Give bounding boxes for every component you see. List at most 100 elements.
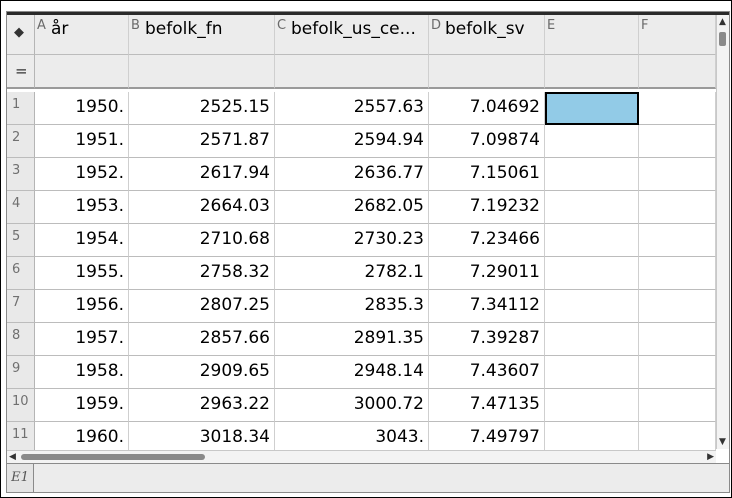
column-name[interactable]: befolk_fn [145, 19, 222, 39]
table-cell[interactable]: 2835.3 [275, 290, 429, 323]
table-cell[interactable]: 7.19232 [429, 191, 545, 224]
table-cell[interactable]: 2557.63 [275, 92, 429, 125]
table-cell[interactable]: 1950. [35, 92, 129, 125]
row-header[interactable]: 3 [7, 158, 35, 191]
table-cell[interactable]: 1956. [35, 290, 129, 323]
column-header-c[interactable]: C befolk_us_ce... [275, 15, 429, 55]
table-cell[interactable]: 1957. [35, 323, 129, 356]
table-cell[interactable]: 2664.03 [129, 191, 275, 224]
column-header-row: ◆ A år B befolk_fn C befolk_us_ce... D b… [7, 15, 716, 55]
table-cell[interactable]: 7.15061 [429, 158, 545, 191]
table-cell[interactable] [545, 191, 639, 224]
app-window: ◆ A år B befolk_fn C befolk_us_ce... D b… [0, 0, 732, 498]
table-cell[interactable] [545, 257, 639, 290]
table-row: 1 1950. 2525.15 2557.63 7.04692 [7, 92, 716, 125]
table-cell[interactable] [639, 125, 716, 158]
table-cell[interactable]: 2758.32 [129, 257, 275, 290]
scroll-right-icon[interactable]: ▶ [707, 452, 714, 462]
table-cell[interactable]: 2891.35 [275, 323, 429, 356]
column-header-f[interactable]: F [639, 15, 716, 55]
formula-cell-e[interactable] [545, 55, 639, 89]
table-cell[interactable]: 7.29011 [429, 257, 545, 290]
table-cell[interactable]: 2963.22 [129, 389, 275, 422]
table-cell[interactable]: 1951. [35, 125, 129, 158]
table-cell[interactable]: 1952. [35, 158, 129, 191]
table-cell[interactable] [639, 389, 716, 422]
row-header[interactable]: 10 [7, 389, 35, 422]
column-name[interactable]: år [51, 19, 68, 39]
vertical-scrollbar[interactable]: ▲ ▼ [716, 15, 729, 449]
column-header-e[interactable]: E [545, 15, 639, 55]
table-cell[interactable]: 2594.94 [275, 125, 429, 158]
table-cell[interactable]: 2782.1 [275, 257, 429, 290]
table-cell[interactable]: 1959. [35, 389, 129, 422]
column-name[interactable]: befolk_us_ce... [291, 19, 416, 39]
row-header[interactable]: 2 [7, 125, 35, 158]
table-cell[interactable]: 7.43607 [429, 356, 545, 389]
table-cell[interactable] [639, 158, 716, 191]
scroll-up-icon[interactable]: ▲ [719, 17, 726, 27]
table-cell[interactable] [545, 356, 639, 389]
table-cell[interactable] [639, 224, 716, 257]
table-cell[interactable]: 3000.72 [275, 389, 429, 422]
column-header-b[interactable]: B befolk_fn [129, 15, 275, 55]
table-cell[interactable]: 2682.05 [275, 191, 429, 224]
formula-cell-f[interactable] [639, 55, 716, 89]
table-cell[interactable]: 1953. [35, 191, 129, 224]
column-name[interactable]: befolk_sv [445, 19, 525, 39]
row-header[interactable]: 1 [7, 92, 35, 125]
table-cell[interactable]: 7.39287 [429, 323, 545, 356]
table-cell[interactable]: 7.47135 [429, 389, 545, 422]
table-cell[interactable] [639, 191, 716, 224]
table-cell[interactable]: 2730.23 [275, 224, 429, 257]
row-header[interactable]: 7 [7, 290, 35, 323]
formula-cell-b[interactable] [129, 55, 275, 89]
table-cell[interactable] [639, 257, 716, 290]
row-header[interactable]: 4 [7, 191, 35, 224]
table-cell[interactable]: 1954. [35, 224, 129, 257]
table-cell[interactable] [545, 158, 639, 191]
table-cell[interactable] [545, 323, 639, 356]
table-cell[interactable]: 7.23466 [429, 224, 545, 257]
formula-cell-a[interactable] [35, 55, 129, 89]
table-cell[interactable]: 2857.66 [129, 323, 275, 356]
horizontal-scroll-thumb[interactable] [21, 454, 205, 460]
table-cell[interactable] [639, 290, 716, 323]
horizontal-scrollbar[interactable]: ◀ ▶ [7, 450, 716, 463]
table-cell[interactable] [639, 323, 716, 356]
corner-cell[interactable]: ◆ [7, 15, 35, 55]
vertical-scroll-thumb[interactable] [719, 32, 726, 46]
table-cell[interactable] [545, 224, 639, 257]
table-cell[interactable]: 2710.68 [129, 224, 275, 257]
formula-cell-d[interactable] [429, 55, 545, 89]
entry-line[interactable]: E1 [7, 463, 729, 492]
table-cell[interactable]: 1955. [35, 257, 129, 290]
scroll-down-icon[interactable]: ▼ [719, 437, 726, 447]
table-cell[interactable]: 7.04692 [429, 92, 545, 125]
row-header[interactable]: 8 [7, 323, 35, 356]
row-header[interactable]: 5 [7, 224, 35, 257]
table-cell[interactable]: 2807.25 [129, 290, 275, 323]
formula-row: = [7, 55, 716, 89]
table-cell[interactable]: 7.34112 [429, 290, 545, 323]
table-cell[interactable]: 2571.87 [129, 125, 275, 158]
table-cell[interactable] [545, 125, 639, 158]
table-cell[interactable] [545, 290, 639, 323]
row-header[interactable]: 6 [7, 257, 35, 290]
table-cell[interactable]: 2636.77 [275, 158, 429, 191]
selected-cell[interactable] [545, 92, 639, 125]
column-header-d[interactable]: D befolk_sv [429, 15, 545, 55]
table-cell[interactable]: 2909.65 [129, 356, 275, 389]
table-cell[interactable] [545, 389, 639, 422]
table-cell[interactable]: 7.09874 [429, 125, 545, 158]
table-cell[interactable] [639, 92, 716, 125]
column-header-a[interactable]: A år [35, 15, 129, 55]
table-cell[interactable]: 2948.14 [275, 356, 429, 389]
table-cell[interactable]: 1958. [35, 356, 129, 389]
row-header[interactable]: 9 [7, 356, 35, 389]
scroll-left-icon[interactable]: ◀ [9, 452, 16, 462]
table-cell[interactable]: 2617.94 [129, 158, 275, 191]
table-cell[interactable]: 2525.15 [129, 92, 275, 125]
table-cell[interactable] [639, 356, 716, 389]
formula-cell-c[interactable] [275, 55, 429, 89]
